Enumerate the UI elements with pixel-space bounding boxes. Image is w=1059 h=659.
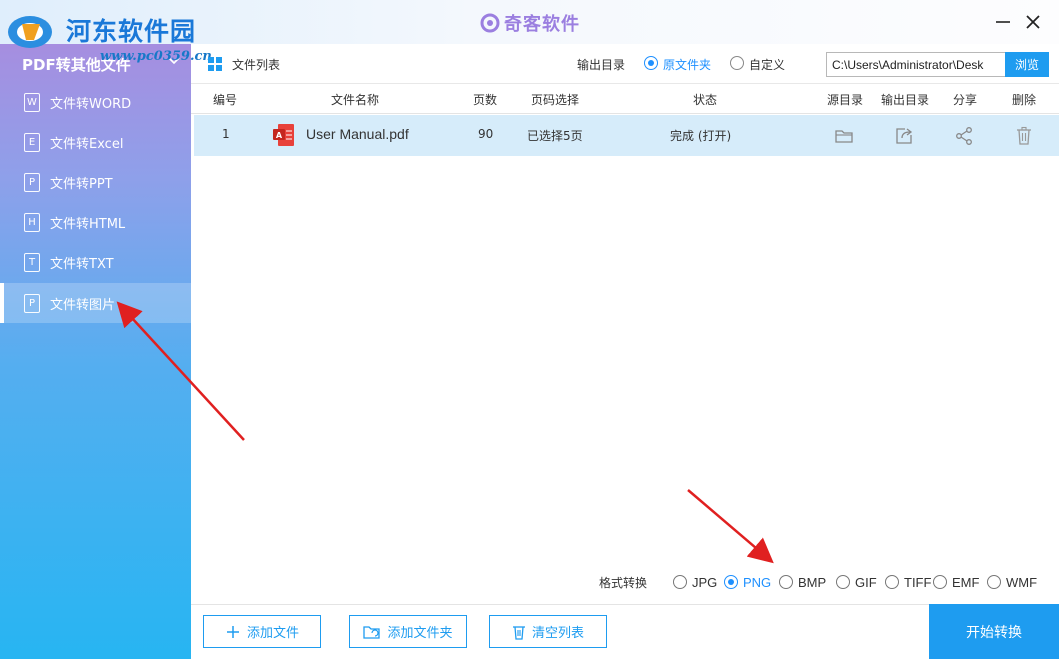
brand-logo-icon [480,13,500,33]
sidebar-item-label: 文件转Excel [50,136,124,152]
add-file-button[interactable]: 添加文件 [203,615,321,648]
excel-file-icon: E [24,132,40,152]
trash-icon [512,625,525,640]
brand-name: 奇客软件 [504,14,580,35]
sidebar-item-label: 文件转图片 [50,297,116,313]
wmf-label[interactable]: WMF [1006,575,1037,590]
svg-text:A: A [276,131,283,140]
table-row[interactable]: 1 A User Manual.pdf 90 已选择5页 完成 (打开) [194,115,1059,156]
col-pages: 页数 [473,93,498,107]
tiff-label[interactable]: TIFF [904,575,931,590]
tiff-radio[interactable] [885,575,899,589]
add-file-label: 添加文件 [246,626,299,641]
toolbar: 文件列表 输出目录 原文件夹 自定义 浏览 [191,44,1059,84]
brand: 奇客软件 [480,10,580,36]
original-folder-radio[interactable] [644,56,658,70]
arrow-to-png-option [687,489,774,564]
clear-list-label: 清空列表 [531,626,584,641]
custom-folder-label[interactable]: 自定义 [749,56,785,73]
col-share: 分享 [953,93,978,107]
pdf-file-icon: A [273,124,294,146]
sidebar-item-ppt[interactable]: P 文件转PPT [0,162,191,202]
row-page-selection[interactable]: 已选择5页 [527,127,583,144]
col-delete: 删除 [1012,93,1037,107]
minimize-icon[interactable] [993,12,1013,32]
export-icon[interactable] [894,126,914,146]
start-convert-button[interactable]: 开始转换 [929,604,1059,659]
col-source-dir: 源目录 [827,93,864,107]
plus-icon [226,625,239,638]
col-page-selection: 页码选择 [531,93,580,107]
row-filename: User Manual.pdf [306,126,409,142]
custom-folder-radio[interactable] [730,56,744,70]
grid-list-icon [208,57,222,71]
table-header: 编号 文件名称 页数 页码选择 状态 源目录 输出目录 分享 删除 [191,84,1059,114]
close-icon[interactable] [1023,12,1043,32]
share-icon[interactable] [954,126,974,146]
wmf-radio[interactable] [987,575,1001,589]
sidebar: PDF转其他文件 W 文件转WORD E 文件转Excel P 文件转PPT H… [0,44,191,659]
clear-list-button[interactable]: 清空列表 [489,615,607,648]
add-folder-label: 添加文件夹 [387,626,453,641]
row-pages: 90 [478,127,494,141]
word-file-icon: W [24,92,40,112]
row-number: 1 [222,127,230,141]
png-radio[interactable] [724,575,738,589]
add-folder-button[interactable]: 添加文件夹 [349,615,467,648]
col-filename: 文件名称 [331,93,380,107]
sidebar-item-label: 文件转WORD [50,96,132,112]
txt-file-icon: T [24,252,40,272]
ppt-file-icon: P [24,172,40,192]
gif-label[interactable]: GIF [855,575,877,590]
image-file-icon: P [24,293,40,313]
sidebar-item-excel[interactable]: E 文件转Excel [0,122,191,162]
sidebar-item-label: 文件转HTML [50,216,126,232]
col-number: 编号 [213,93,238,107]
format-label: 格式转换 [599,576,648,590]
folder-icon[interactable] [834,126,854,146]
sidebar-item-label: 文件转TXT [50,256,114,272]
sidebar-item-word[interactable]: W 文件转WORD [0,82,191,122]
png-label[interactable]: PNG [743,575,771,590]
sidebar-item-image[interactable]: P 文件转图片 [0,283,191,323]
emf-radio[interactable] [933,575,947,589]
app-window: 奇客软件 PDF转其他文件 W 文件转WORD E 文件转Excel P 文件转… [0,0,1059,659]
browse-button[interactable]: 浏览 [1005,52,1049,77]
sidebar-item-label: 文件转PPT [50,176,113,192]
jpg-radio[interactable] [673,575,687,589]
watermark-logo-icon [8,16,52,48]
file-list-label: 文件列表 [232,58,281,72]
jpg-label[interactable]: JPG [692,575,717,590]
output-dir-label: 输出目录 [577,58,626,72]
html-file-icon: H [24,212,40,232]
gif-radio[interactable] [836,575,850,589]
sidebar-item-html[interactable]: H 文件转HTML [0,202,191,242]
trash-icon[interactable] [1014,126,1034,146]
col-status: 状态 [693,93,718,107]
watermark-title: 河东软件园 [66,17,197,46]
original-folder-label[interactable]: 原文件夹 [663,56,711,73]
output-path-input[interactable] [826,52,1006,77]
row-status[interactable]: 完成 (打开) [670,127,731,144]
bmp-label[interactable]: BMP [798,575,826,590]
col-output-dir: 输出目录 [881,93,930,107]
sidebar-item-txt[interactable]: T 文件转TXT [0,242,191,282]
folder-add-icon [363,625,381,639]
bmp-radio[interactable] [779,575,793,589]
emf-label[interactable]: EMF [952,575,979,590]
